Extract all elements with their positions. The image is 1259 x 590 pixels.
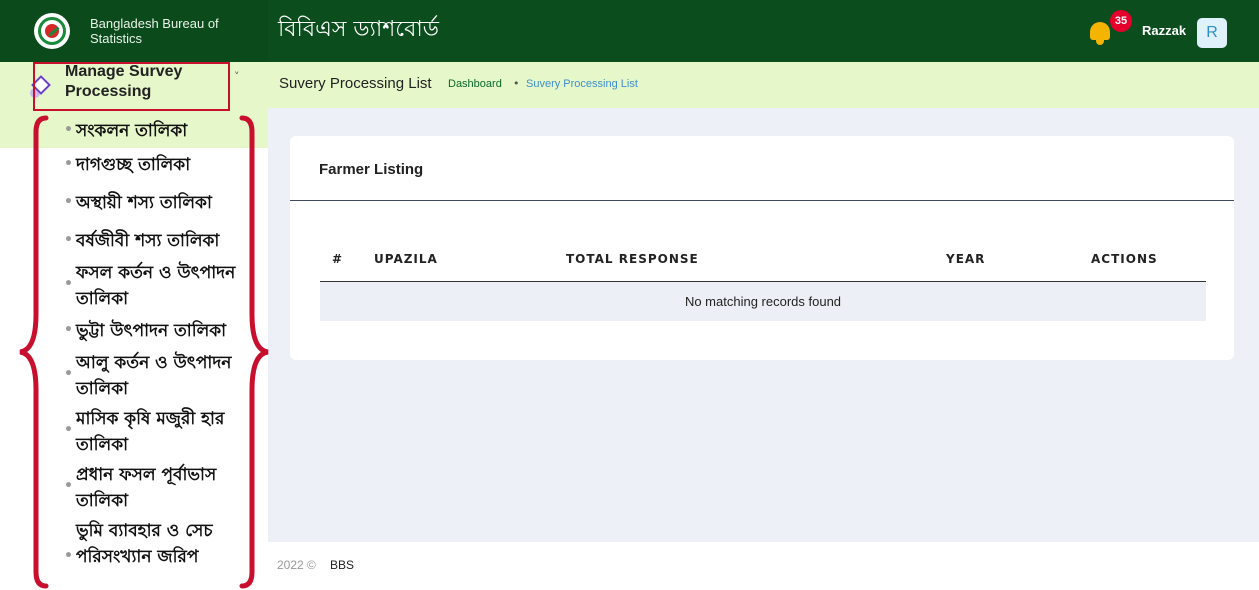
avatar[interactable]: R [1197,18,1227,48]
bullet: • [64,478,73,494]
bullet: • [64,122,73,138]
annotation-brace-left [19,115,49,589]
user-name[interactable]: Razzak [1142,23,1186,38]
sidebar-item-label: অস্থায়ী শস্য তালিকা [76,193,212,213]
breadcrumb-separator: • [513,77,520,90]
annotation-brace-right [239,115,269,589]
bullet: • [64,276,73,292]
column-header-year[interactable]: YEAR [946,252,985,266]
footer: 2022 © BBS [268,542,1259,590]
column-header-actions[interactable]: ACTIONS [1091,252,1158,266]
footer-year: 2022 © [277,558,316,572]
brand[interactable]: Bangladesh Bureau of Statistics [0,0,268,62]
notification-badge[interactable]: 35 [1110,10,1132,32]
top-header: Bangladesh Bureau of Statistics বিবিএস ড… [0,0,1259,62]
chevron-down-icon[interactable]: ˅ [234,70,240,83]
bullet: • [64,194,73,210]
breadcrumb: Suvery Processing List Dashboard • Suver… [268,62,1259,108]
bullet: • [64,156,73,172]
divider [290,200,1234,201]
sidebar-item-label: ফসল কর্তন ও উৎপাদন তালিকা [76,263,236,309]
sidebar-item-label: আলু কর্তন ও উৎপাদন তালিকা [76,353,232,399]
sidebar-item-label: সংকলন তালিকা [76,121,188,141]
farmer-listing-card: Farmer Listing # UPAZILA TOTAL RESPONSE … [290,136,1234,360]
page-title: Suvery Processing List [279,75,432,92]
column-header-index[interactable]: # [332,252,343,266]
bullet: • [64,548,73,564]
sidebar-item-label: ভুট্টা উৎপাদন তালিকা [76,321,227,341]
app-title: বিবিএস ড্যাশবোর্ড [278,17,439,42]
annotation-box [33,62,230,111]
breadcrumb-dashboard-link[interactable]: Dashboard [448,78,502,90]
sidebar-item-label: বর্ষজীবী শস্য তালিকা [76,231,220,251]
bell-icon[interactable] [1088,18,1112,46]
sidebar-item-label: মাসিক কৃষি মজুরী হার তালিকা [76,409,225,455]
column-header-upazila[interactable]: UPAZILA [374,252,438,266]
footer-org[interactable]: BBS [330,558,354,572]
empty-table-row: No matching records found [320,282,1206,321]
sidebar-item-label: দাগগুচ্ছ তালিকা [76,155,191,175]
card-title: Farmer Listing [319,161,424,178]
bbs-logo [34,13,70,49]
org-name: Bangladesh Bureau of Statistics [90,16,219,46]
column-header-total-response[interactable]: TOTAL RESPONSE [566,252,699,266]
breadcrumb-current[interactable]: Suvery Processing List [526,78,638,90]
sidebar-item-label: ভুমি ব্যাবহার ও সেচ পরিসংখ্যান জরিপ [76,521,213,567]
bullet: • [64,232,73,248]
bullet: • [64,366,73,382]
sidebar-item-label: প্রধান ফসল পূর্বাভাস তালিকা [76,465,217,511]
bullet: • [64,422,73,438]
bullet: • [64,322,73,338]
